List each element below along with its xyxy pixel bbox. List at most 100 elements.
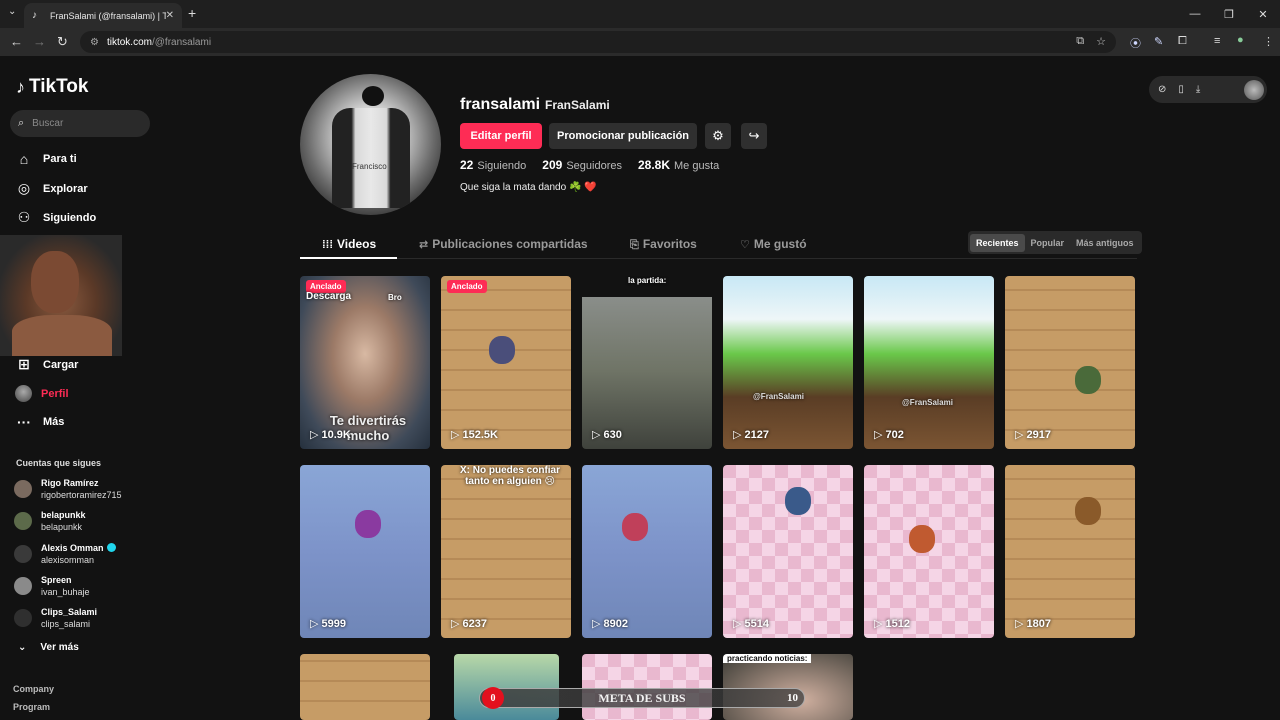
- webcam-person-face: [31, 251, 79, 313]
- close-tab-icon[interactable]: ✕: [166, 10, 174, 21]
- download-icon[interactable]: ⤓: [1196, 84, 1200, 95]
- install-app-icon[interactable]: ⧉: [1076, 35, 1084, 48]
- back-icon[interactable]: ←: [10, 34, 23, 49]
- heart-icon: ♡: [740, 239, 750, 251]
- sort-toggle: Recientes Popular Más antiguos: [968, 231, 1142, 254]
- stat-followers[interactable]: 209 Seguidores: [542, 158, 622, 172]
- nav-cargar[interactable]: ⊞ Cargar: [15, 356, 78, 373]
- followed-account[interactable]: Clips_Salami clips_salami: [14, 606, 97, 630]
- nav-para-ti[interactable]: ⌂ Para ti: [15, 151, 77, 167]
- video-card[interactable]: Anclado Descarga Bro Te divertirás mucho…: [300, 276, 430, 449]
- following-section-title: Cuentas que sigues: [16, 458, 102, 468]
- header-tools: ⊘ ▯ ⤓: [1149, 76, 1267, 103]
- media-control-icon[interactable]: ≡: [1214, 35, 1220, 47]
- video-card[interactable]: ▷ 5999: [300, 465, 430, 638]
- account-name: belapunkk: [41, 510, 86, 520]
- sidebar: ♪ TikTok ⌕ Buscar ⌂ Para ti ◎ Explorar ⚇…: [0, 56, 165, 720]
- followed-account[interactable]: Alexis Omman alexisomman: [14, 542, 116, 566]
- game-troop: [785, 487, 811, 515]
- minimize-icon[interactable]: —: [1178, 0, 1212, 28]
- game-troop: [489, 336, 515, 364]
- edit-profile-button[interactable]: Editar perfil: [460, 123, 542, 149]
- video-card[interactable]: ▷ 1512: [864, 465, 994, 638]
- search-placeholder: Buscar: [32, 118, 64, 129]
- logo-text: TikTok: [29, 76, 89, 97]
- grid-icon: ⁞⁞⁞: [322, 239, 333, 251]
- site-info-icon[interactable]: ⚙: [90, 37, 99, 48]
- window-controls: — ❐ ✕: [1178, 0, 1280, 28]
- tab-favorites[interactable]: ⎘ Favoritos: [630, 237, 697, 252]
- video-caption: @FranSalami: [753, 392, 804, 401]
- video-card[interactable]: [582, 654, 712, 720]
- forward-icon[interactable]: →: [33, 34, 46, 49]
- video-card[interactable]: [454, 654, 559, 720]
- tab-search-icon[interactable]: ⌄: [8, 6, 16, 17]
- see-more-button[interactable]: ⌄ Ver más: [18, 642, 79, 653]
- profile-bio: Que siga la mata dando ☘️ ❤️: [460, 182, 597, 193]
- video-card[interactable]: ▷ 5514: [723, 465, 853, 638]
- nav-label: Más: [43, 416, 65, 428]
- video-card[interactable]: Anclado ▷ 152.5K: [441, 276, 571, 449]
- tiktok-logo[interactable]: ♪ TikTok: [16, 76, 88, 98]
- video-card[interactable]: @FranSalami ▷ 702: [864, 276, 994, 449]
- account-handle: clips_salami: [41, 619, 91, 629]
- maximize-icon[interactable]: ❐: [1212, 0, 1246, 28]
- browser-tab[interactable]: ♪ FranSalami (@fransalami) | TikT ✕: [24, 3, 182, 28]
- settings-gear-icon[interactable]: ⚙: [705, 123, 731, 149]
- sort-recent[interactable]: Recientes: [970, 233, 1025, 252]
- url-path: /@fransalami: [151, 36, 212, 48]
- tiktok-note-icon: ♪: [16, 76, 25, 97]
- profile-avatar-icon[interactable]: ●: [1237, 34, 1244, 46]
- footer-link-program[interactable]: Program: [13, 702, 50, 712]
- nav-explorar[interactable]: ◎ Explorar: [15, 180, 88, 197]
- tab-reposts[interactable]: ⇄ Publicaciones compartidas: [419, 237, 588, 251]
- sub-goal-label: META DE SUBS: [598, 691, 686, 705]
- compass-icon: ◎: [17, 180, 31, 196]
- avatar-cat-head: [362, 86, 384, 106]
- account-avatar[interactable]: [1244, 79, 1264, 100]
- tab-liked[interactable]: ♡ Me gustó: [740, 237, 807, 251]
- video-card[interactable]: X: No puedes confiar tanto en alguien 😢 …: [441, 465, 571, 638]
- nav-perfil[interactable]: Perfil: [15, 385, 69, 402]
- close-window-icon[interactable]: ✕: [1246, 0, 1280, 28]
- new-tab-icon[interactable]: +: [188, 5, 196, 21]
- extensions-puzzle-icon[interactable]: ⧠: [1178, 35, 1187, 48]
- stat-following[interactable]: 22 Siguiendo: [460, 158, 526, 172]
- footer-link-company[interactable]: Company: [13, 684, 54, 694]
- bookmark-star-icon[interactable]: ☆: [1096, 35, 1106, 48]
- followed-account[interactable]: Spreen ivan_buhaje: [14, 574, 90, 598]
- video-card[interactable]: [300, 654, 430, 720]
- extension-icon[interactable]: ✎: [1154, 35, 1163, 48]
- tab-videos[interactable]: ⁞⁞⁞ Videos: [322, 237, 376, 251]
- video-caption: Descarga: [306, 291, 352, 302]
- sort-oldest[interactable]: Más antiguos: [1070, 234, 1140, 252]
- video-card[interactable]: ▷ 8902: [582, 465, 712, 638]
- address-bar[interactable]: ⚙ tiktok.com/@fransalami ⧉ ☆: [80, 31, 1116, 53]
- video-card[interactable]: ▷ 1807: [1005, 465, 1135, 638]
- video-card[interactable]: ▷ 2917: [1005, 276, 1135, 449]
- video-card[interactable]: la partida: ▷ 630: [582, 276, 712, 449]
- nav-label: Siguiendo: [43, 211, 97, 224]
- account-handle: rigobertoramirez715: [41, 490, 122, 500]
- video-caption: @FranSalami: [902, 398, 953, 407]
- video-card[interactable]: @FranSalami ▷ 2127: [723, 276, 853, 449]
- share-icon[interactable]: ↪: [741, 123, 767, 149]
- account-handle: belapunkk: [41, 522, 83, 532]
- sort-popular[interactable]: Popular: [1025, 234, 1071, 252]
- video-card[interactable]: practicando noticias:: [723, 654, 853, 720]
- device-icon[interactable]: ▯: [1178, 84, 1184, 95]
- nav-mas[interactable]: ··· Más: [15, 414, 64, 430]
- search-input[interactable]: ⌕ Buscar: [10, 110, 150, 137]
- reload-icon[interactable]: ↻: [57, 34, 68, 50]
- nav-label: Perfil: [41, 387, 69, 400]
- menu-kebab-icon[interactable]: ⋮: [1263, 35, 1274, 48]
- followed-account[interactable]: Rigo Ramírez rigobertoramirez715: [14, 477, 122, 501]
- promote-post-button[interactable]: Promocionar publicación: [549, 123, 697, 149]
- compass-icon[interactable]: ⊘: [1158, 84, 1166, 95]
- home-icon: ⌂: [19, 151, 29, 167]
- extension-icon[interactable]: ⦿: [1130, 35, 1141, 51]
- browser-tab-strip: ⌄ ♪ FranSalami (@fransalami) | TikT ✕ + …: [0, 0, 1280, 28]
- repost-icon: ⇄: [419, 239, 429, 251]
- nav-siguiendo[interactable]: ⚇ Siguiendo: [15, 209, 96, 226]
- followed-account[interactable]: belapunkk belapunkk: [14, 509, 86, 533]
